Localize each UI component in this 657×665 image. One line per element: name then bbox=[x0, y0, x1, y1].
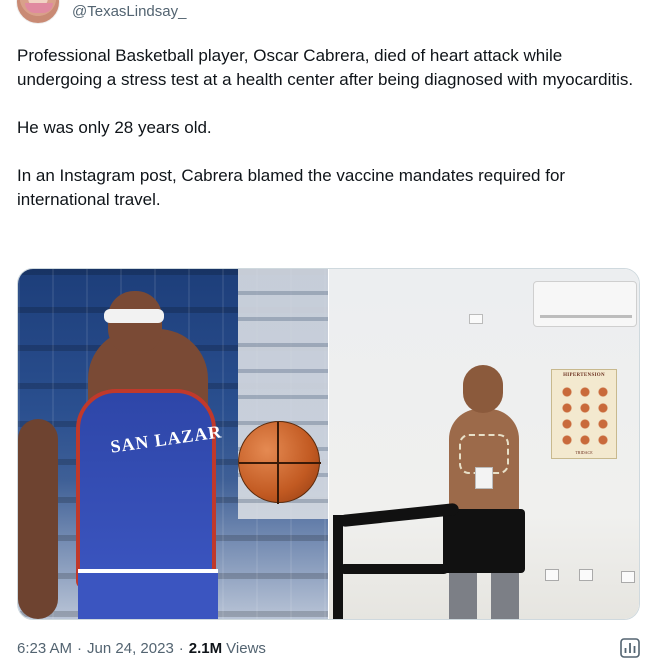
tweet-card: @TexasLindsay_ Professional Basketball p… bbox=[0, 0, 657, 665]
basketball bbox=[238, 421, 321, 504]
view-stats-icon[interactable] bbox=[619, 637, 641, 659]
opponent-arm bbox=[18, 419, 58, 619]
player-shorts bbox=[78, 569, 218, 619]
author-handle[interactable]: @TexasLindsay_ bbox=[72, 3, 186, 20]
player-head bbox=[108, 291, 162, 355]
author-avatar[interactable] bbox=[16, 0, 60, 24]
poster-title: HIPERTENSION bbox=[563, 373, 605, 378]
tweet-media: SAN LAZAR HIPERTENSION TRIDACE bbox=[17, 268, 640, 620]
light-switch bbox=[469, 314, 483, 324]
player-jersey bbox=[76, 389, 216, 589]
poster-illustrations bbox=[558, 384, 612, 448]
wall-outlet bbox=[621, 571, 635, 583]
views-label: Views bbox=[226, 639, 266, 657]
player-headband bbox=[104, 309, 164, 323]
ecg-monitor bbox=[475, 467, 493, 489]
poster-footer: TRIDACE bbox=[575, 450, 593, 455]
tweet-paragraph: Professional Basketball player, Oscar Ca… bbox=[17, 46, 634, 89]
tweet-time[interactable]: 6:23 AM bbox=[17, 640, 72, 657]
tweet-date[interactable]: Jun 24, 2023 bbox=[87, 640, 174, 657]
basketball-player-photo[interactable]: SAN LAZAR bbox=[18, 269, 328, 619]
tweet-paragraph: He was only 28 years old. bbox=[17, 118, 212, 137]
wall-outlet bbox=[579, 569, 593, 581]
separator: · bbox=[178, 639, 184, 657]
air-conditioner bbox=[533, 281, 637, 327]
wall-outlet bbox=[545, 569, 559, 581]
separator: · bbox=[77, 639, 83, 657]
views-count: 2.1M bbox=[188, 639, 223, 657]
stress-test-photo[interactable]: HIPERTENSION TRIDACE bbox=[329, 269, 639, 619]
tweet-text: Professional Basketball player, Oscar Ca… bbox=[17, 44, 647, 212]
tweet-paragraph: In an Instagram post, Cabrera blamed the… bbox=[17, 166, 566, 209]
treadmill bbox=[329, 502, 489, 619]
man-head bbox=[463, 365, 503, 413]
hypertension-poster: HIPERTENSION TRIDACE bbox=[551, 369, 617, 459]
tweet-footer: 6:23 AM · Jun 24, 2023 · 2.1M Views bbox=[17, 637, 266, 659]
